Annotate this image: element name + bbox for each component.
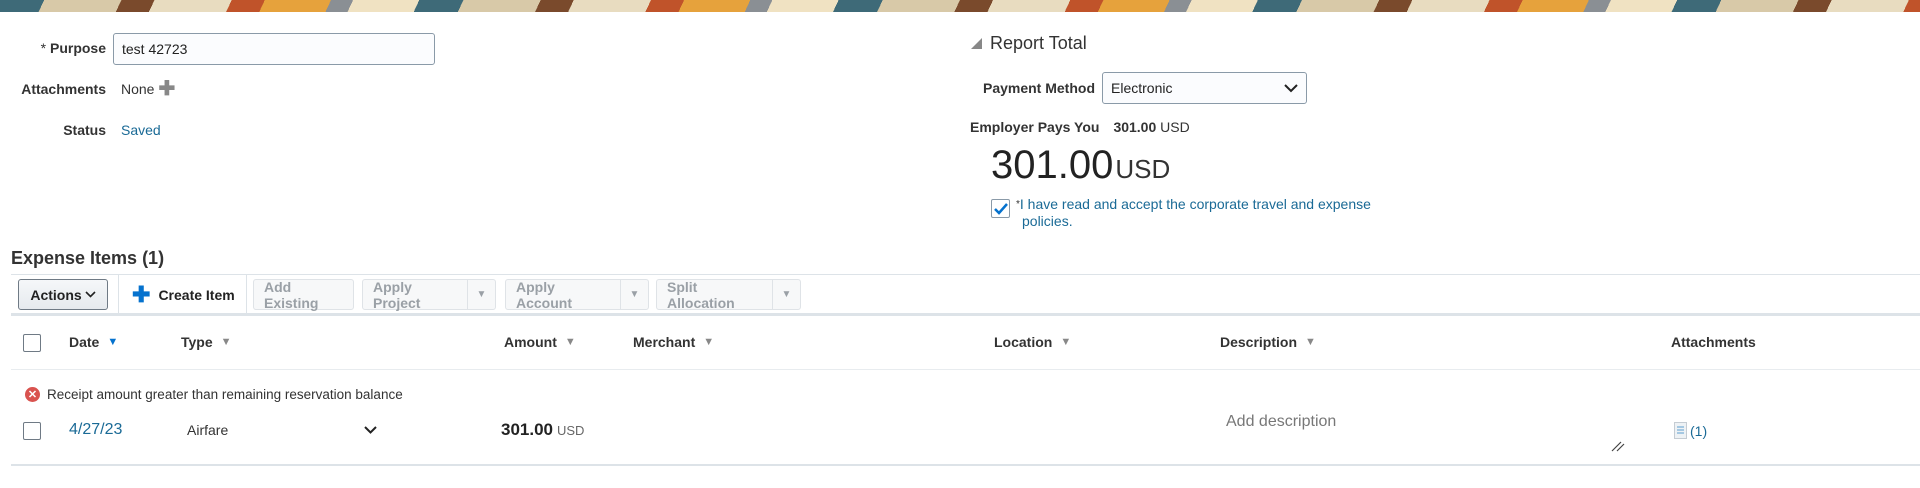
policy-text: *I have read and accept the corporate tr… bbox=[1016, 196, 1371, 229]
report-total-toggle[interactable]: Report Total bbox=[971, 33, 1087, 54]
chevron-down-icon bbox=[364, 426, 377, 434]
dropdown-arrow-icon[interactable]: ▼ bbox=[772, 280, 800, 309]
row-description-input[interactable]: Add description bbox=[1222, 405, 1628, 453]
payment-method-select[interactable]: Electronic bbox=[1102, 72, 1307, 104]
checkmark-icon bbox=[993, 202, 1008, 215]
row-select-checkbox[interactable] bbox=[23, 422, 41, 440]
sort-icon: ▼ bbox=[564, 336, 576, 348]
sort-icon: ▼ bbox=[703, 336, 715, 348]
sort-icon: ▼ bbox=[1305, 336, 1316, 348]
column-header-attachments: Attachments bbox=[1671, 334, 1756, 350]
column-header-date[interactable]: Date ▼ bbox=[69, 334, 118, 350]
policy-checkbox[interactable] bbox=[991, 199, 1010, 218]
column-header-merchant[interactable]: Merchant ▼ bbox=[633, 334, 714, 350]
row-type-select[interactable]: Airfare bbox=[187, 422, 377, 438]
add-attachment-icon[interactable]: ✚ bbox=[158, 79, 175, 99]
actions-button[interactable]: Actions bbox=[18, 279, 108, 310]
document-icon bbox=[1674, 422, 1687, 439]
table-bottom-divider bbox=[11, 464, 1920, 466]
sort-icon: ▼ bbox=[1060, 336, 1072, 348]
employer-pays-currency: USD bbox=[1160, 119, 1190, 135]
purpose-label: * Purpose bbox=[40, 40, 106, 56]
column-header-location[interactable]: Location ▼ bbox=[994, 334, 1071, 350]
apply-account-button[interactable]: Apply Account ▼ bbox=[505, 279, 649, 311]
toolbar-bottom-divider bbox=[11, 313, 1920, 316]
dropdown-arrow-icon[interactable]: ▼ bbox=[620, 280, 648, 309]
toolbar-top-divider bbox=[11, 274, 1920, 275]
status-value: Saved bbox=[121, 122, 161, 138]
select-all-checkbox[interactable] bbox=[23, 334, 41, 352]
attachments-label: Attachments bbox=[21, 81, 106, 97]
sort-descending-icon: ▼ bbox=[107, 336, 119, 348]
total-amount: 301.00 bbox=[991, 143, 1114, 187]
purpose-input[interactable]: test 42723 bbox=[113, 33, 435, 65]
create-item-button[interactable]: ✚ Create Item bbox=[132, 279, 235, 310]
total-currency: USD bbox=[1115, 154, 1171, 184]
row-date-link[interactable]: 4/27/23 bbox=[69, 421, 122, 439]
header-banner bbox=[0, 0, 1920, 12]
column-header-type[interactable]: Type ▼ bbox=[181, 334, 232, 350]
row-currency: USD bbox=[557, 423, 585, 438]
resize-handle-icon[interactable] bbox=[1611, 440, 1625, 452]
employer-pays-amount: 301.00 bbox=[1113, 119, 1157, 135]
add-existing-button[interactable]: Add Existing bbox=[253, 279, 354, 311]
row-error-message: ✕ Receipt amount greater than remaining … bbox=[25, 387, 403, 402]
row-amount: 301.00 bbox=[501, 420, 553, 439]
toolbar-separator bbox=[118, 275, 119, 315]
chevron-down-icon bbox=[85, 291, 96, 298]
apply-project-button[interactable]: Apply Project ▼ bbox=[362, 279, 496, 311]
chevron-down-icon bbox=[1284, 83, 1298, 92]
expense-items-title: Expense Items (1) bbox=[11, 248, 165, 268]
sort-icon: ▼ bbox=[220, 336, 232, 348]
column-header-amount[interactable]: Amount ▼ bbox=[504, 334, 576, 350]
plus-icon: ✚ bbox=[132, 281, 151, 307]
toolbar-separator bbox=[246, 275, 247, 315]
report-total-title: Report Total bbox=[990, 33, 1087, 53]
header-divider bbox=[11, 369, 1920, 370]
column-header-description[interactable]: Description ▼ bbox=[1220, 334, 1316, 350]
error-icon: ✕ bbox=[25, 387, 40, 402]
dropdown-arrow-icon[interactable]: ▼ bbox=[467, 280, 495, 309]
employer-pays-label: Employer Pays You bbox=[970, 119, 1100, 135]
split-allocation-button[interactable]: Split Allocation ▼ bbox=[656, 279, 801, 311]
attachments-value: None bbox=[121, 81, 155, 97]
row-attachments-link[interactable]: (1) bbox=[1674, 422, 1707, 439]
collapse-triangle-icon bbox=[971, 38, 982, 49]
status-label: Status bbox=[63, 122, 106, 138]
payment-method-label: Payment Method bbox=[982, 80, 1095, 96]
